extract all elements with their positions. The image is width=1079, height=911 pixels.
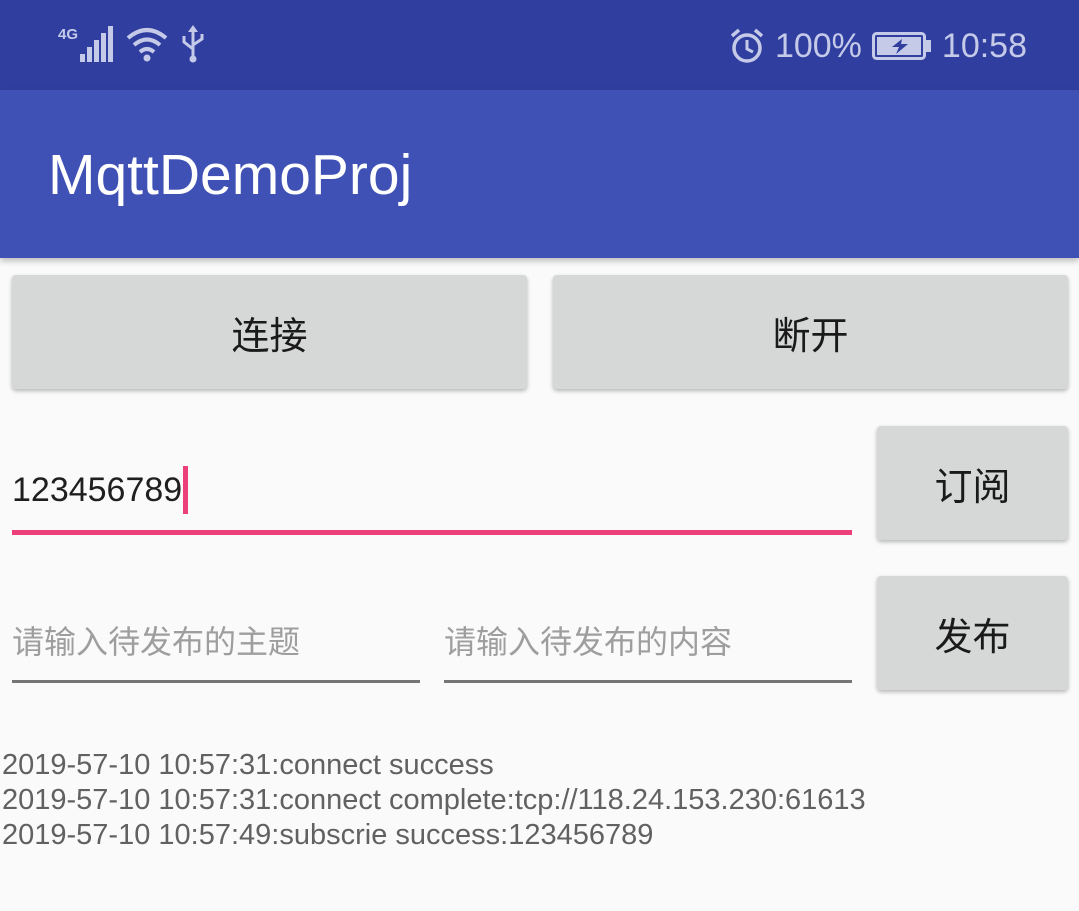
network-type-label: 4G [58, 26, 79, 43]
publish-content-placeholder: 请输入待发布的内容 [444, 623, 733, 661]
battery-percent: 100% [774, 26, 862, 65]
status-right-icons: 100% 10:58 [729, 22, 1027, 70]
publish-topic-placeholder: 请输入待发布的主题 [12, 623, 301, 661]
log-line: 2019-57-10 10:57:31:connect success [2, 749, 494, 781]
clock-time: 10:58 [941, 26, 1027, 65]
battery-charging-icon [871, 32, 931, 60]
log-line: 2019-57-10 10:57:31:connect complete:tcp… [2, 784, 866, 816]
publish-button[interactable]: 发布 [877, 576, 1068, 690]
signal-icon [80, 26, 114, 62]
publish-topic-input[interactable]: 请输入待发布的主题 [12, 600, 420, 683]
subscribe-topic-input[interactable]: 123456789 [12, 450, 852, 535]
status-left-icons: 4G [58, 22, 206, 66]
wifi-icon [126, 28, 168, 62]
usb-icon [182, 25, 204, 63]
app-title: MqttDemoProj [48, 143, 413, 207]
app-bar: MqttDemoProj [0, 90, 1079, 258]
publish-content-input[interactable]: 请输入待发布的内容 [444, 600, 852, 683]
subscribe-button[interactable]: 订阅 [877, 426, 1068, 540]
connect-button[interactable]: 连接 [12, 275, 527, 389]
log-output: 2019-57-10 10:57:31:connect success 2019… [2, 748, 866, 853]
alarm-icon [730, 28, 764, 63]
disconnect-button[interactable]: 断开 [553, 275, 1068, 389]
subscribe-topic-value: 123456789 [12, 470, 183, 509]
status-bar: 4G 100% 10:58 [0, 0, 1079, 90]
text-cursor [183, 466, 189, 514]
log-line: 2019-57-10 10:57:49:subscrie success:123… [2, 819, 654, 851]
